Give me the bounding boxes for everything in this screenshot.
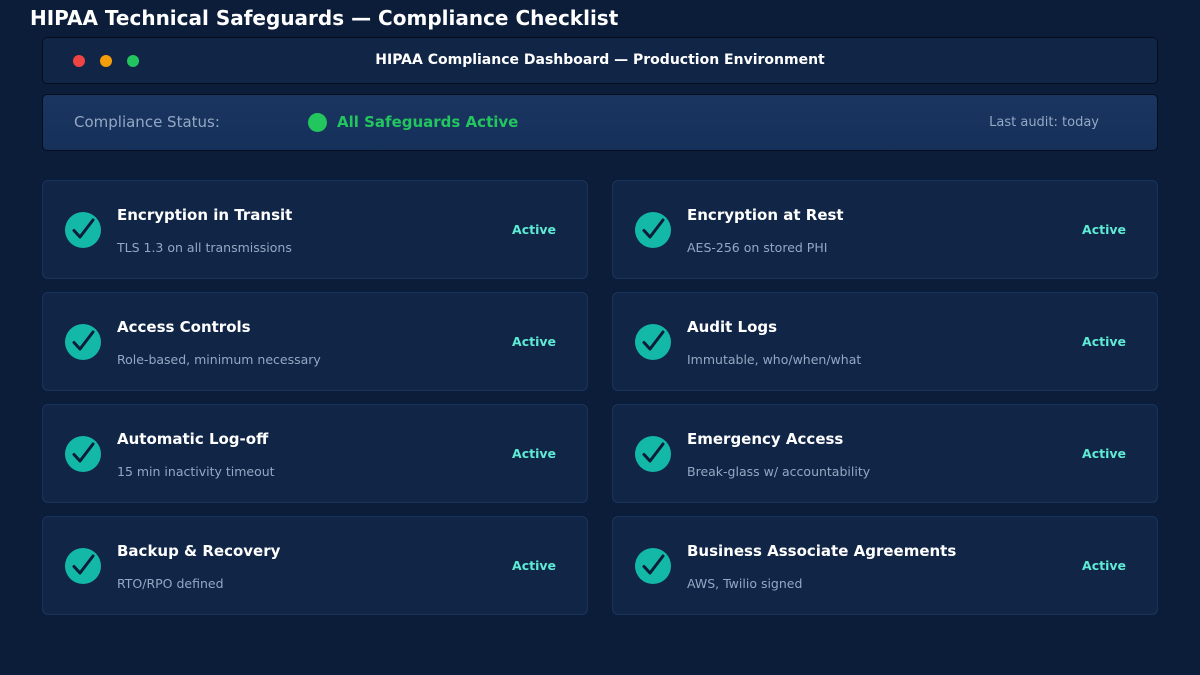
- safeguard-description: RTO/RPO defined: [117, 576, 224, 591]
- safeguard-title: Backup & Recovery: [117, 542, 281, 560]
- window-title: HIPAA Compliance Dashboard — Production …: [375, 52, 825, 68]
- safeguard-status-badge: Active: [1082, 558, 1126, 573]
- window-title-bar: HIPAA Compliance Dashboard — Production …: [42, 37, 1158, 84]
- safeguard-description: AWS, Twilio signed: [687, 576, 803, 591]
- safeguard-status-badge: Active: [1082, 334, 1126, 349]
- safeguard-description: TLS 1.3 on all transmissions: [117, 240, 292, 255]
- safeguard-description: Role-based, minimum necessary: [117, 352, 321, 367]
- safeguard-card-encryption-at-rest[interactable]: Encryption at Rest AES-256 on stored PHI…: [612, 180, 1158, 279]
- last-audit-text: Last audit: today: [989, 115, 1099, 130]
- check-circle-icon: [635, 436, 671, 472]
- safeguard-title: Encryption in Transit: [117, 206, 293, 224]
- safeguard-card-automatic-log-off[interactable]: Automatic Log-off 15 min inactivity time…: [42, 404, 588, 503]
- compliance-status-label: Compliance Status:: [74, 113, 220, 131]
- status-indicator-icon: [308, 113, 327, 132]
- safeguard-status-badge: Active: [512, 334, 556, 349]
- check-circle-icon: [65, 548, 101, 584]
- safeguard-card-access-controls[interactable]: Access Controls Role-based, minimum nece…: [42, 292, 588, 391]
- compliance-status-value: All Safeguards Active: [337, 113, 519, 131]
- check-circle-icon: [635, 548, 671, 584]
- safeguard-status-badge: Active: [1082, 446, 1126, 461]
- safeguard-title: Emergency Access: [687, 430, 844, 448]
- safeguard-title: Audit Logs: [687, 318, 778, 336]
- check-circle-icon: [65, 212, 101, 248]
- safeguard-title: Access Controls: [117, 318, 251, 336]
- safeguard-card-backup-recovery[interactable]: Backup & Recovery RTO/RPO defined Active: [42, 516, 588, 615]
- check-circle-icon: [65, 436, 101, 472]
- safeguard-card-business-associate-agreements[interactable]: Business Associate Agreements AWS, Twili…: [612, 516, 1158, 615]
- safeguard-card-audit-logs[interactable]: Audit Logs Immutable, who/when/what Acti…: [612, 292, 1158, 391]
- safeguard-title: Business Associate Agreements: [687, 542, 957, 560]
- check-circle-icon: [635, 324, 671, 360]
- page-title: HIPAA Technical Safeguards — Compliance …: [30, 6, 619, 30]
- safeguard-status-badge: Active: [1082, 222, 1126, 237]
- compliance-status-banner: Compliance Status: All Safeguards Active…: [42, 94, 1158, 151]
- safeguard-description: Break-glass w/ accountability: [687, 464, 871, 479]
- safeguard-title: Encryption at Rest: [687, 206, 844, 224]
- safeguard-status-badge: Active: [512, 222, 556, 237]
- safeguard-title: Automatic Log-off: [117, 430, 269, 448]
- page: HIPAA Technical Safeguards — Compliance …: [0, 0, 1200, 675]
- check-circle-icon: [635, 212, 671, 248]
- safeguard-status-badge: Active: [512, 558, 556, 573]
- safeguard-card-encryption-in-transit[interactable]: Encryption in Transit TLS 1.3 on all tra…: [42, 180, 588, 279]
- safeguard-card-emergency-access[interactable]: Emergency Access Break-glass w/ accounta…: [612, 404, 1158, 503]
- safeguards-grid: Encryption in Transit TLS 1.3 on all tra…: [42, 180, 1158, 615]
- safeguard-description: AES-256 on stored PHI: [687, 240, 828, 255]
- safeguard-description: 15 min inactivity timeout: [117, 464, 275, 479]
- check-circle-icon: [65, 324, 101, 360]
- safeguard-status-badge: Active: [512, 446, 556, 461]
- safeguard-description: Immutable, who/when/what: [687, 352, 862, 367]
